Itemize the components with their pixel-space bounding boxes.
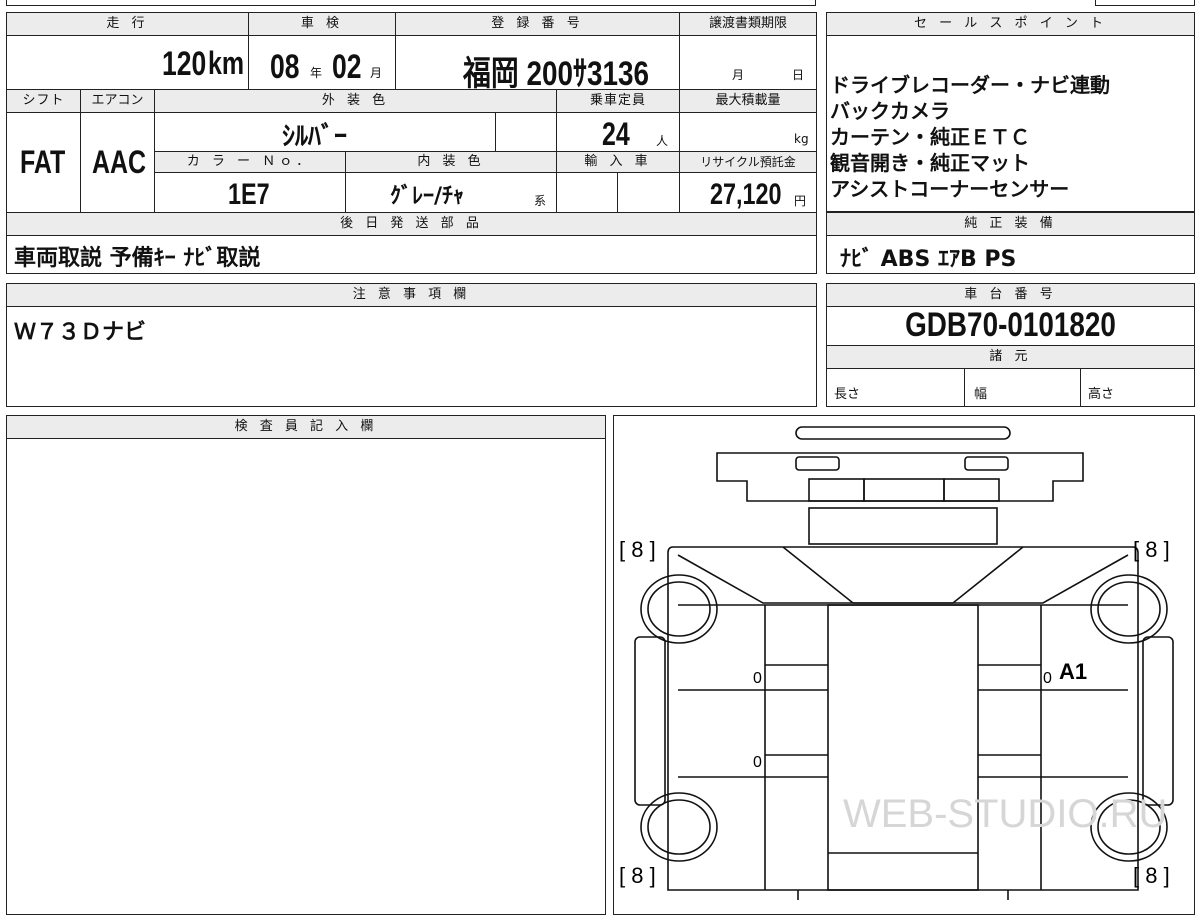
inspection-year: 08 (270, 48, 300, 86)
registration-number: 福岡 200ｻ3136 (463, 55, 649, 93)
width-label: 幅 (974, 387, 988, 402)
chassis-header: 車 台 番 号 (826, 283, 1195, 307)
max-load-unit: kg (794, 132, 809, 146)
mileage-header: 走 行 (6, 12, 249, 36)
deadline-month-unit: 月 (732, 68, 745, 82)
aircon-header: エアコン (80, 89, 155, 113)
exterior-color-header: 外 装 色 (154, 89, 557, 113)
tire-label: [ 8 ] (619, 863, 656, 888)
import-header: 輸 入 車 (556, 151, 680, 173)
capacity-header: 乗車定員 (556, 89, 680, 113)
vehicle-diagram: [ 8 ] [ 8 ] [ 8 ] [ 8 ] 0 0 0 A1 WEB-STU… (619, 426, 1174, 900)
top-cutoff-right (1095, 0, 1195, 6)
damage-code: A1 (1059, 659, 1087, 684)
inspector-header: 検 査 員 記 入 欄 (6, 415, 606, 439)
transfer-deadline-header: 譲渡書類期限 (679, 12, 817, 36)
tire-label: [ 8 ] (1133, 863, 1170, 888)
sales-points-list: ドライブレコーダー・ナビ連動 バックカメラ カーテン・純正ＥＴＣ 観音開き・純正… (830, 72, 1110, 202)
height-label: 高さ (1088, 387, 1115, 402)
interior-color-header: 内 装 色 (345, 151, 557, 173)
exterior-color-value: ｼﾙﾊﾞｰ (282, 122, 348, 152)
month-unit: 月 (370, 66, 383, 80)
recycle-fee-value: 27,120 (710, 178, 782, 211)
color-no-value: 1E7 (228, 178, 270, 211)
tire-label: [ 8 ] (619, 537, 656, 562)
later-parts-header: 後 日 発 送 部 品 (6, 212, 817, 236)
inspection-month: 02 (332, 48, 362, 86)
capacity-value: 24 (602, 116, 630, 152)
capacity-unit: 人 (656, 134, 669, 148)
genuine-equipment-value: ﾅﾋﾞ ABS ｴｱB PS (840, 247, 1017, 272)
exterior-color-extra (495, 112, 557, 152)
sales-point-line: ドライブレコーダー・ナビ連動 (830, 73, 1110, 97)
sales-point-line: カーテン・純正ＥＴＣ (830, 125, 1030, 149)
inspector-box (6, 415, 606, 915)
damage-mark: 0 (753, 754, 762, 771)
import-cell-a (556, 172, 618, 213)
sales-point-line: 観音開き・純正マット (830, 151, 1030, 175)
interior-suffix: 系 (534, 194, 547, 208)
interior-color-value: ｸﾞﾚｰ/ﾁｬ (390, 184, 465, 209)
notes-header: 注 意 事 項 欄 (6, 283, 817, 307)
yen-unit: 円 (794, 194, 807, 208)
later-parts-value: 車両取説 予備ｷｰ ﾅﾋﾞ取説 (14, 246, 261, 271)
sales-point-line: アシストコーナーセンサー (830, 177, 1070, 201)
length-label: 長さ (834, 387, 861, 402)
import-cell-b (617, 172, 680, 213)
shift-header: シフト (6, 89, 81, 113)
damage-mark: 0 (1043, 670, 1052, 687)
mileage-value: 120 (162, 45, 207, 83)
spec-header: 諸 元 (826, 345, 1195, 369)
watermark: WEB-STUDIO.RU (843, 792, 1167, 836)
mileage-unit: km (208, 45, 245, 81)
max-load-header: 最大積載量 (679, 89, 817, 113)
damage-mark: 0 (753, 670, 762, 687)
genuine-equipment-header: 純 正 装 備 (826, 212, 1195, 236)
registration-header: 登 録 番 号 (395, 12, 680, 36)
sales-point-line: バックカメラ (830, 99, 950, 123)
shift-value: FAT (20, 144, 66, 180)
aircon-value: AAC (92, 144, 147, 180)
deadline-day-unit: 日 (792, 68, 805, 82)
sales-points-header: セ ー ル ス ポ イ ン ト (826, 12, 1195, 36)
color-no-header: カ ラ ー Ｎｏ． (154, 151, 346, 173)
tire-label: [ 8 ] (1133, 537, 1170, 562)
recycle-fee-header: リサイクル預託金 (679, 151, 817, 173)
notes-value: Ｗ７３Ｄナビ (14, 320, 147, 345)
top-cutoff-row (6, 0, 816, 6)
inspection-header: 車 検 (248, 12, 396, 36)
chassis-number: GDB70-0101820 (905, 306, 1116, 344)
year-unit: 年 (310, 66, 323, 80)
